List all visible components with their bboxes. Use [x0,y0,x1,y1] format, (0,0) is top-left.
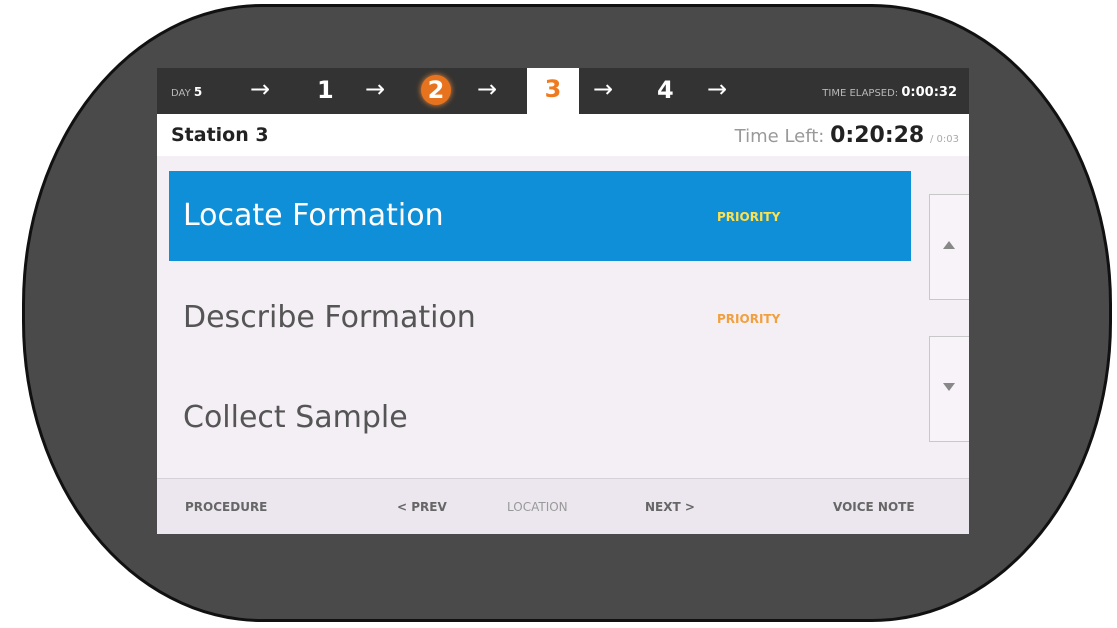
task-row-locate-formation[interactable]: Locate Formation PRIORITY [169,171,911,261]
scroll-down-button[interactable] [929,336,969,442]
time-left-value: 0:20:28 [830,123,925,148]
day-value: 5 [193,85,203,99]
triangle-down-icon [943,383,955,391]
device-screen: DAY 5 → 1 → 2 → 3 → 4 → TIME ELAPSED: 0:… [157,68,969,534]
task-row-collect-sample[interactable]: Collect Sample [169,373,911,463]
triangle-up-icon [943,241,955,249]
task-name: Collect Sample [183,400,408,435]
arrow-icon: → [593,75,614,103]
time-elapsed: TIME ELAPSED: 0:00:32 [822,85,957,100]
time-elapsed-value: 0:00:32 [901,85,957,100]
day-indicator: DAY 5 [171,85,202,99]
step-4[interactable]: 4 [657,76,674,104]
arrow-icon: → [365,75,386,103]
task-row-describe-formation[interactable]: Describe Formation PRIORITY [169,273,911,363]
location-button[interactable]: LOCATION [507,500,568,514]
step-2-completed[interactable]: 2 [421,75,451,105]
priority-badge: PRIORITY [717,312,781,326]
task-name: Locate Formation [183,198,444,233]
voice-note-button[interactable]: VOICE NOTE [833,500,915,514]
time-elapsed-label: TIME ELAPSED: [822,88,899,99]
time-left-total: / 0:03 [929,134,959,145]
next-button[interactable]: NEXT > [645,500,695,514]
priority-badge: PRIORITY [717,210,781,224]
scroll-up-button[interactable] [929,194,969,300]
day-label: DAY [171,88,191,99]
task-name: Describe Formation [183,300,476,335]
procedure-button[interactable]: PROCEDURE [185,500,267,514]
arrow-icon: → [477,75,498,103]
station-title: Station 3 [171,124,269,146]
progress-bar: DAY 5 → 1 → 2 → 3 → 4 → TIME ELAPSED: 0:… [157,68,969,128]
time-left: Time Left: 0:20:28 / 0:03 [735,123,959,148]
footer-toolbar: PROCEDURE < PREV LOCATION NEXT > VOICE N… [157,478,969,534]
station-header: Station 3 Time Left: 0:20:28 / 0:03 [157,114,969,156]
time-left-label: Time Left: [734,126,825,147]
arrow-icon: → [250,75,271,103]
arrow-icon: → [707,75,728,103]
prev-button[interactable]: < PREV [397,500,447,514]
step-1[interactable]: 1 [317,76,334,104]
